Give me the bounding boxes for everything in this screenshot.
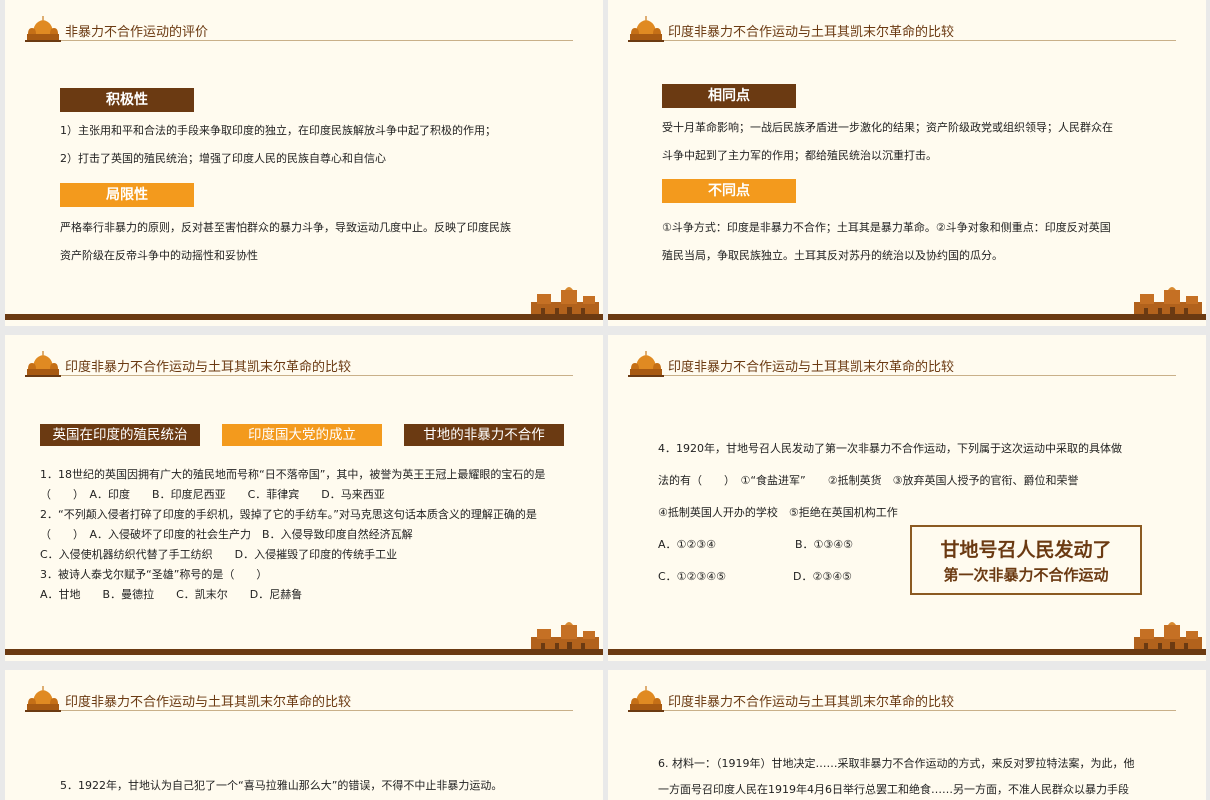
question-line-4: （ ） A．入侵破坏了印度的社会生产力 B．入侵导致印度自然经济瓦解	[40, 528, 413, 541]
question-line-2: （ ） A．印度 B．印度尼西亚 C．菲律宾 D．马来西亚	[40, 488, 385, 501]
tab-british-rule[interactable]: 英国在印度的殖民统治	[40, 424, 200, 446]
palace-icon	[628, 684, 664, 712]
footer-bar	[5, 649, 603, 655]
fort-illustration	[531, 284, 599, 316]
question-line-1: 1．18世纪的英国因拥有广大的殖民地而号称“日不落帝国”，其中，被誉为英王王冠上…	[40, 468, 546, 481]
slide-title: 印度非暴力不合作运动与土耳其凯末尔革命的比较	[668, 25, 955, 40]
slide-5[interactable]: 印度非暴力不合作运动与土耳其凯末尔革命的比较 5．1922年，甘地认为自己犯了一…	[5, 670, 603, 800]
tab-gandhi-movement[interactable]: 甘地的非暴力不合作	[404, 424, 564, 446]
palace-icon	[628, 14, 664, 42]
palace-icon	[25, 349, 61, 377]
positive-tag: 积极性	[60, 88, 194, 112]
palace-icon	[628, 349, 664, 377]
question-line-7: A．甘地 B．曼德拉 C．凯末尔 D．尼赫鲁	[40, 588, 303, 601]
slide-2[interactable]: 印度非暴力不合作运动与土耳其凯末尔革命的比较 相同点 受十月革命影响；一战后民族…	[608, 0, 1206, 326]
title-divider	[61, 710, 573, 711]
option-d: D．②③④⑤	[793, 570, 852, 583]
palace-icon	[25, 14, 61, 42]
question-4-line-1: 4．1920年，甘地号召人民发动了第一次非暴力不合作运动，下列属于这次运动中采取…	[658, 442, 1122, 455]
slide-title: 印度非暴力不合作运动与土耳其凯末尔革命的比较	[65, 360, 352, 375]
same-points-tag: 相同点	[662, 84, 796, 108]
diff-points-tag: 不同点	[662, 179, 796, 203]
title-divider	[664, 710, 1176, 711]
limitation-line-2: 资产阶级在反帝斗争中的动摇性和妥协性	[60, 249, 258, 262]
limitation-tag: 局限性	[60, 183, 194, 207]
positive-line-2: 2）打击了英国的殖民统治；增强了印度人民的民族自尊心和自信心	[60, 152, 386, 165]
question-line-5: C．入侵使机器纺织代替了手工纺织 D．入侵摧毁了印度的传统手工业	[40, 548, 398, 561]
footer-bar	[608, 314, 1206, 320]
footer-bar	[5, 314, 603, 320]
same-line-1: 受十月革命影响；一战后民族矛盾进一步激化的结果；资产阶级政党或组织领导；人民群众…	[662, 121, 1113, 134]
option-a: A．①②③④	[658, 538, 716, 551]
callout-line-1: 甘地号召人民发动了	[940, 539, 1112, 561]
title-divider	[664, 40, 1176, 41]
slide-title: 印度非暴力不合作运动与土耳其凯末尔革命的比较	[668, 360, 955, 375]
slide-6[interactable]: 印度非暴力不合作运动与土耳其凯末尔革命的比较 6. 材料一：（1919年）甘地决…	[608, 670, 1206, 800]
title-divider	[664, 375, 1176, 376]
slide-4[interactable]: 印度非暴力不合作运动与土耳其凯末尔革命的比较 4．1920年，甘地号召人民发动了…	[608, 335, 1206, 661]
title-divider	[61, 40, 573, 41]
question-5-line: 5．1922年，甘地认为自己犯了一个“喜马拉雅山那么大”的错误，不得不中止非暴力…	[60, 779, 503, 792]
question-6-line-1: 6. 材料一：（1919年）甘地决定……采取非暴力不合作运动的方式，来反对罗拉特…	[658, 757, 1135, 770]
slide-1[interactable]: 非暴力不合作运动的评价 积极性 1）主张用和平和合法的手段来争取印度的独立，在印…	[5, 0, 603, 326]
positive-line-1: 1）主张用和平和合法的手段来争取印度的独立，在印度民族解放斗争中起了积极的作用；	[60, 124, 496, 137]
slide-title: 印度非暴力不合作运动与土耳其凯末尔革命的比较	[668, 695, 955, 710]
question-4-line-2: 法的有（ ） ①“食盐进军” ②抵制英货 ③放弃英国人授予的官衔、爵位和荣誉	[658, 474, 1079, 487]
diff-line-2: 殖民当局，争取民族独立。土耳其反对苏丹的统治以及协约国的瓜分。	[662, 249, 1003, 262]
tab-congress-founding[interactable]: 印度国大党的成立	[222, 424, 382, 446]
question-4-line-3: ④抵制英国人开办的学校 ⑤拒绝在英国机构工作	[658, 506, 898, 519]
diff-line-1: ①斗争方式：印度是非暴力不合作；土耳其是暴力革命。②斗争对象和侧重点：印度反对英…	[662, 221, 1111, 234]
title-divider	[61, 375, 573, 376]
question-6-line-2: 一方面号召印度人民在1919年4月6日举行总罢工和绝食……另一方面，不准人民群众…	[658, 783, 1129, 796]
fort-illustration	[1134, 619, 1202, 651]
slide-title: 印度非暴力不合作运动与土耳其凯末尔革命的比较	[65, 695, 352, 710]
limitation-line-1: 严格奉行非暴力的原则，反对甚至害怕群众的暴力斗争，导致运动几度中止。反映了印度民…	[60, 221, 511, 234]
callout-box: 甘地号召人民发动了 第一次非暴力不合作运动	[910, 525, 1142, 595]
footer-bar	[608, 649, 1206, 655]
option-b: B．①③④⑤	[795, 538, 853, 551]
option-c: C．①②③④⑤	[658, 570, 726, 583]
same-line-2: 斗争中起到了主力军的作用；都给殖民统治以沉重打击。	[662, 149, 937, 162]
slide-3[interactable]: 印度非暴力不合作运动与土耳其凯末尔革命的比较 英国在印度的殖民统治 印度国大党的…	[5, 335, 603, 661]
slide-title: 非暴力不合作运动的评价	[65, 25, 209, 40]
question-line-6: 3．被诗人泰戈尔赋予“圣雄”称号的是（ ）	[40, 568, 268, 581]
palace-icon	[25, 684, 61, 712]
fort-illustration	[1134, 284, 1202, 316]
callout-line-2: 第一次非暴力不合作运动	[943, 566, 1109, 584]
question-line-3: 2．“不列颠入侵者打碎了印度的手织机，毁掉了它的手纺车。”对马克思这句话本质含义…	[40, 508, 537, 521]
fort-illustration	[531, 619, 599, 651]
